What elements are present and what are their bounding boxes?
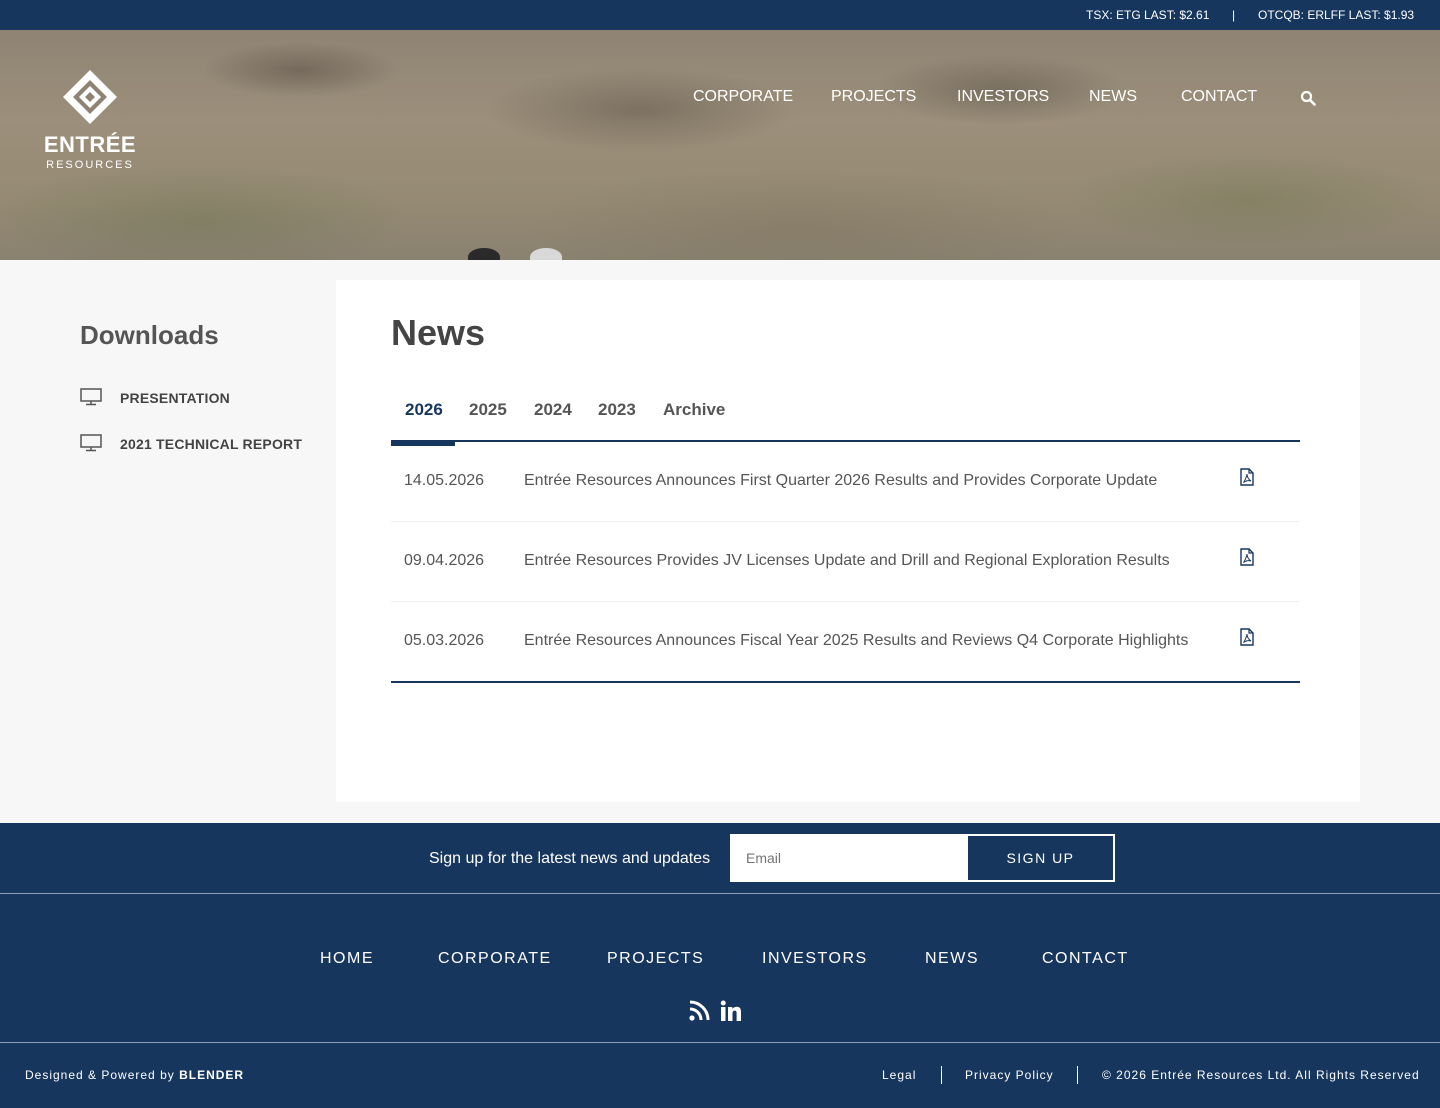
credit-prefix: Designed & Powered by xyxy=(25,1068,175,1082)
rss-icon[interactable] xyxy=(688,1000,710,1022)
footer-nav-projects[interactable]: PROJECTS xyxy=(607,950,704,968)
site-logo[interactable]: ENTRÉE RESOURCES xyxy=(40,64,140,176)
news-title-link[interactable]: Entrée Resources Announces Fiscal Year 2… xyxy=(524,632,1188,650)
news-row[interactable]: 09.04.2026 Entrée Resources Provides JV … xyxy=(391,522,1300,602)
footer-nav-news[interactable]: NEWS xyxy=(925,950,979,968)
legal-link[interactable]: Legal xyxy=(882,1068,916,1082)
logo-brand: ENTRÉE xyxy=(43,132,137,157)
news-date: 09.04.2026 xyxy=(404,552,485,569)
footer-separator xyxy=(1077,1066,1078,1084)
footer-nav-investors[interactable]: INVESTORS xyxy=(762,950,868,968)
search-icon[interactable] xyxy=(1300,90,1316,106)
news-row[interactable]: 05.03.2026 Entrée Resources Announces Fi… xyxy=(391,602,1300,682)
credit-agency-link[interactable]: BLENDER xyxy=(179,1068,244,1082)
monitor-icon xyxy=(80,388,102,406)
email-field[interactable] xyxy=(730,834,967,882)
footer-nav-contact[interactable]: CONTACT xyxy=(1042,950,1129,968)
nav-news[interactable]: NEWS xyxy=(1089,88,1137,110)
tab-2025[interactable]: 2025 xyxy=(469,400,507,420)
signup-label: Sign up for the latest news and updates xyxy=(429,850,711,867)
table-bottom-border xyxy=(391,681,1300,683)
signup-button[interactable]: SIGN UP xyxy=(966,834,1115,882)
news-row[interactable]: 14.05.2026 Entrée Resources Announces Fi… xyxy=(391,442,1300,522)
tab-2023[interactable]: 2023 xyxy=(598,400,636,420)
news-date: 05.03.2026 xyxy=(404,632,485,649)
nav-investors[interactable]: INVESTORS xyxy=(957,88,1049,110)
page-title: News xyxy=(391,312,486,353)
tab-2026[interactable]: 2026 xyxy=(405,400,443,420)
ticker-separator: | xyxy=(1232,8,1236,22)
newsletter-signup: Sign up for the latest news and updates … xyxy=(0,823,1440,893)
monitor-icon xyxy=(80,434,102,452)
copyright-text: © 2026 Entrée Resources Ltd. All Rights … xyxy=(1102,1068,1420,1082)
hero-banner xyxy=(0,30,1440,260)
download-label: 2021 TECHNICAL REPORT xyxy=(120,436,303,452)
nav-corporate[interactable]: CORPORATE xyxy=(693,88,793,110)
pdf-icon[interactable] xyxy=(1239,548,1255,566)
nav-projects[interactable]: PROJECTS xyxy=(831,88,916,110)
download-label: PRESENTATION xyxy=(120,390,230,406)
year-tabs: 2026 2025 2024 2023 Archive xyxy=(391,392,1300,446)
logo-diamond-icon xyxy=(63,70,117,124)
tab-2024[interactable]: 2024 xyxy=(534,400,572,420)
otc-quote: OTCQB: ERLFF LAST: $1.93 xyxy=(1258,8,1415,22)
news-title-link[interactable]: Entrée Resources Provides JV Licenses Up… xyxy=(524,552,1170,570)
linkedin-icon[interactable] xyxy=(720,1000,742,1022)
pdf-icon[interactable] xyxy=(1239,628,1255,646)
nav-contact[interactable]: CONTACT xyxy=(1181,88,1257,110)
stock-ticker-bar: TSX: ETG LAST: $2.61 | OTCQB: ERLFF LAST… xyxy=(0,0,1440,30)
site-footer: HOME CORPORATE PROJECTS INVESTORS NEWS C… xyxy=(0,894,1440,1108)
footer-bottom-divider xyxy=(0,1042,1440,1043)
footer-nav-corporate[interactable]: CORPORATE xyxy=(438,950,552,968)
tsx-quote: TSX: ETG LAST: $2.61 xyxy=(1086,8,1210,22)
downloads-heading: Downloads xyxy=(80,320,219,350)
news-date: 14.05.2026 xyxy=(404,472,485,489)
pdf-icon[interactable] xyxy=(1239,468,1255,486)
footer-separator xyxy=(941,1066,942,1084)
footer-nav-home[interactable]: HOME xyxy=(320,950,374,968)
hero-image-detail xyxy=(530,248,562,260)
designer-credit: Designed & Powered by BLENDER xyxy=(25,1068,244,1082)
tab-archive[interactable]: Archive xyxy=(663,400,725,420)
privacy-policy-link[interactable]: Privacy Policy xyxy=(965,1068,1054,1082)
logo-subtitle: RESOURCES xyxy=(46,159,134,171)
news-title-link[interactable]: Entrée Resources Announces First Quarter… xyxy=(524,472,1157,490)
hero-image-detail xyxy=(468,248,500,260)
